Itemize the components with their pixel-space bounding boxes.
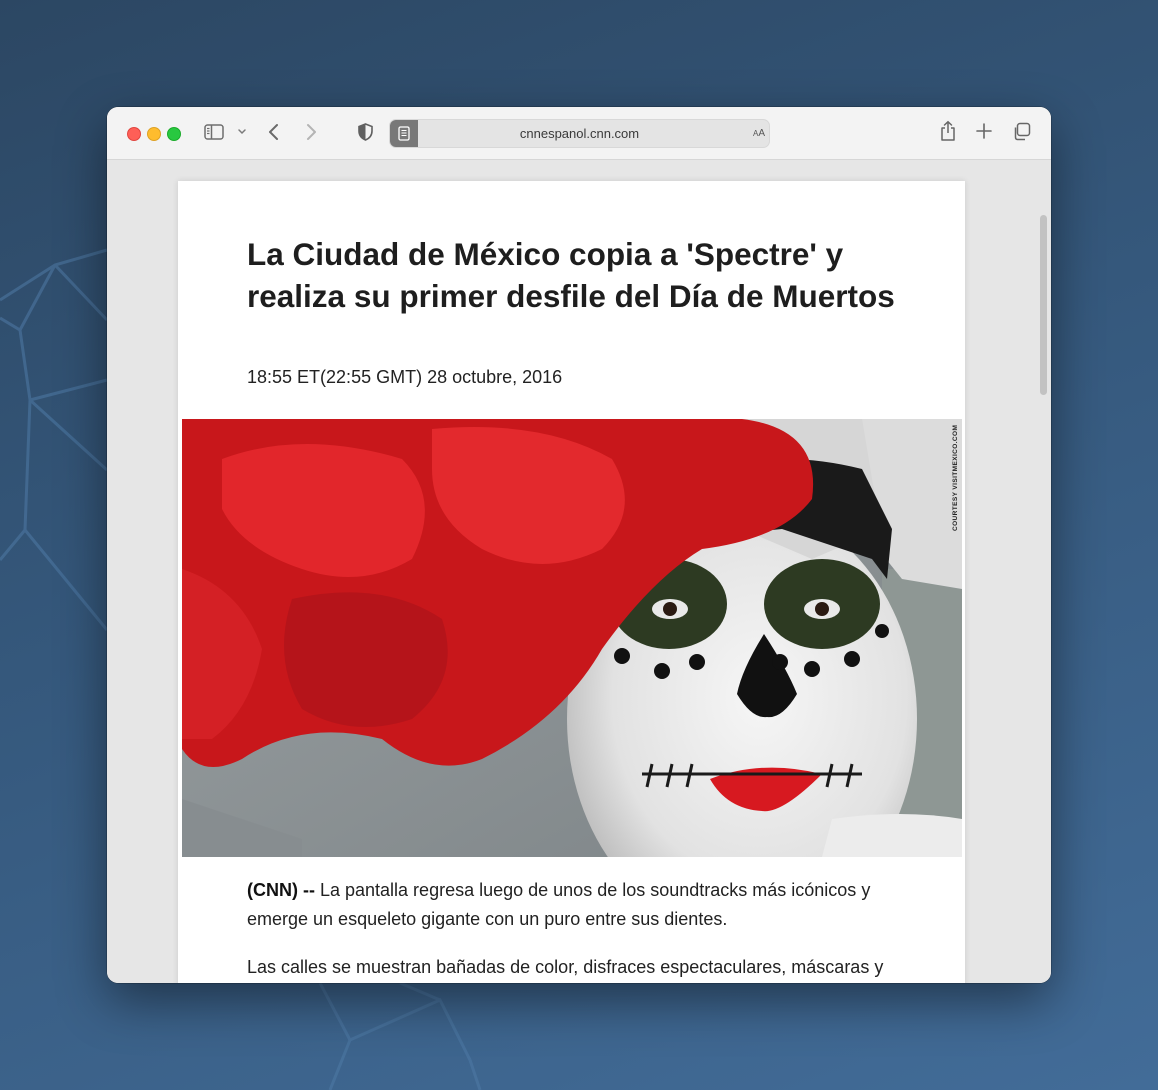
paragraph-lead: (CNN) -- [247, 880, 315, 900]
shield-icon[interactable] [357, 122, 374, 142]
sidebar-icon[interactable] [204, 123, 224, 141]
browser-window: cnnespanol.cnn.com AA La Ciudad de Méxic… [107, 107, 1051, 983]
reader-icon [398, 126, 410, 141]
paragraph-text: La pantalla regresa luego de unos de los… [247, 880, 871, 929]
text-size-button[interactable]: AA [753, 120, 765, 147]
scrollbar-thumb[interactable] [1040, 215, 1047, 395]
chevron-down-icon[interactable] [237, 128, 247, 136]
article-dateline: 18:55 ET(22:55 GMT) 28 octubre, 2016 [247, 367, 563, 387]
close-button[interactable] [127, 127, 141, 141]
reader-mode-button[interactable] [390, 120, 418, 147]
article-paragraph: (CNN) -- La pantalla regresa luego de un… [247, 876, 907, 934]
forward-icon[interactable] [304, 122, 318, 142]
reader-view[interactable]: La Ciudad de México copia a 'Spectre' y … [107, 160, 1051, 983]
paragraph-text: Las calles se muestran bañadas de color,… [247, 957, 884, 977]
plus-icon[interactable] [976, 123, 992, 139]
catrina-photo [182, 419, 962, 857]
zoom-button[interactable] [167, 127, 181, 141]
url-text[interactable]: cnnespanol.cnn.com [418, 120, 741, 147]
minimize-button[interactable] [147, 127, 161, 141]
browser-toolbar: cnnespanol.cnn.com AA [107, 107, 1051, 160]
tabs-icon[interactable] [1012, 122, 1031, 141]
address-bar[interactable]: cnnespanol.cnn.com AA [389, 119, 770, 148]
article-hero-image: COURTESY VISITMEXICO.COM [182, 419, 962, 857]
article-page: La Ciudad de México copia a 'Spectre' y … [178, 181, 965, 983]
article-headline: La Ciudad de México copia a 'Spectre' y … [247, 236, 895, 314]
back-icon[interactable] [267, 122, 281, 142]
article-paragraph: Las calles se muestran bañadas de color,… [247, 953, 907, 982]
image-credit: COURTESY VISITMEXICO.COM [952, 424, 959, 531]
share-icon[interactable] [939, 120, 957, 142]
